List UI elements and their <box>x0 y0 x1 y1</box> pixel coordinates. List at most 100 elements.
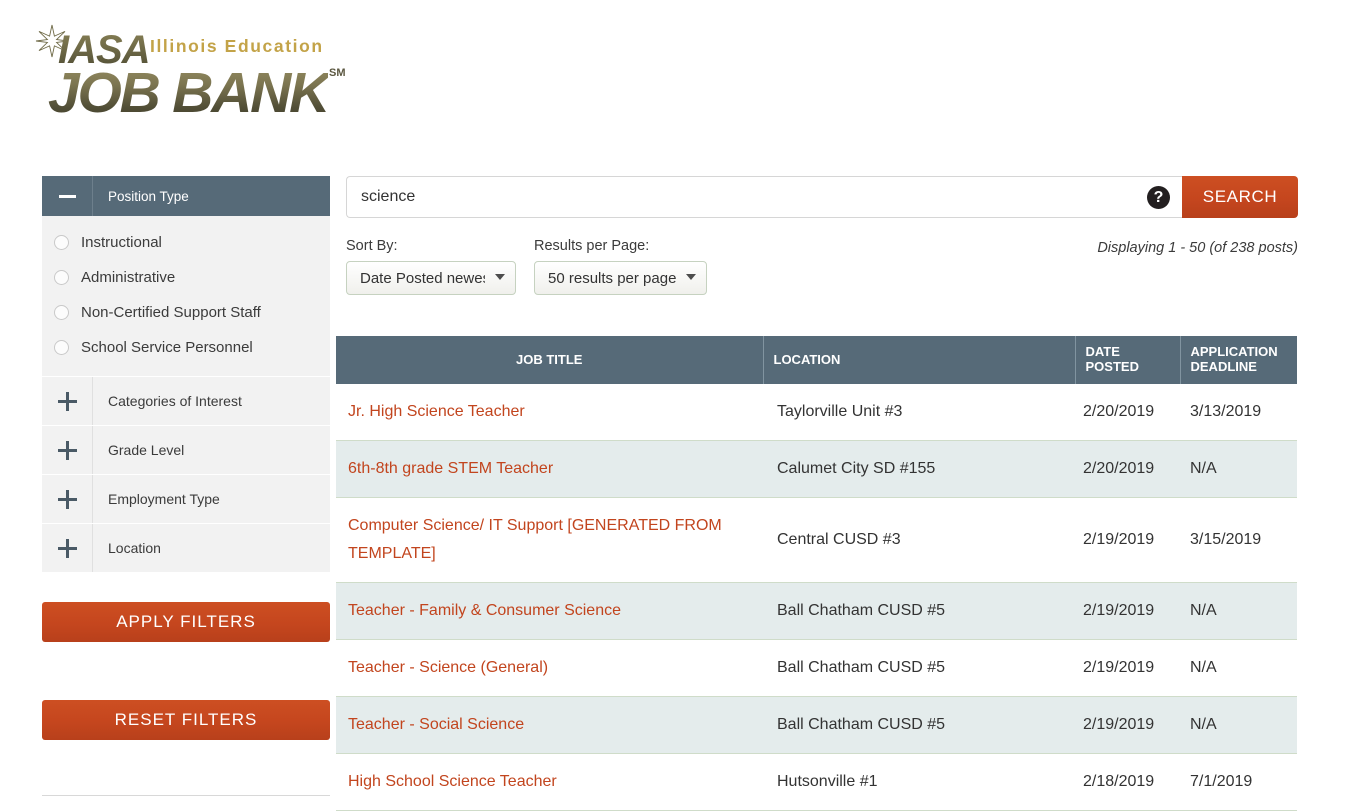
minus-icon[interactable] <box>42 176 93 216</box>
radio-label: School Service Personnel <box>81 339 253 356</box>
sort-by-select[interactable]: Date Posted newest first <box>346 261 516 295</box>
radio-circle-icon[interactable] <box>54 270 69 285</box>
cell-application-deadline: 3/13/2019 <box>1190 403 1262 420</box>
question-mark-icon[interactable]: ? <box>1147 186 1170 209</box>
cell-date-posted: 2/18/2019 <box>1083 773 1155 790</box>
cell-application-deadline: 7/1/2019 <box>1190 773 1253 790</box>
plus-icon[interactable] <box>42 377 93 425</box>
column-header-job-title[interactable]: JOB TITLE <box>336 336 764 384</box>
filters-sidebar: Position Type Instructional Administrati… <box>42 176 330 572</box>
job-title-link[interactable]: High School Science Teacher <box>348 773 557 790</box>
cell-job-title: High School Science Teacher <box>336 754 763 811</box>
cell-location: Central CUSD #3 <box>777 531 901 548</box>
radio-non-certified-support-staff[interactable]: Non-Certified Support Staff <box>42 295 330 330</box>
table-body: Jr. High Science Teacher Taylorville Unit… <box>336 384 1297 811</box>
search-input[interactable] <box>346 176 1182 218</box>
column-header-application-deadline[interactable]: APPLICATION DEADLINE <box>1180 336 1297 384</box>
column-header-line1: APPLICATION <box>1190 344 1278 360</box>
filter-section-location[interactable]: Location <box>42 523 330 572</box>
job-title-link[interactable]: Computer Science/ IT Support [GENERATED … <box>348 517 722 562</box>
radio-circle-icon[interactable] <box>54 235 69 250</box>
cell-job-title: Teacher - Family & Consumer Science <box>336 583 763 640</box>
table-row[interactable]: 6th-8th grade STEM Teacher Calumet City S… <box>336 440 1297 498</box>
cell-application-deadline: 3/15/2019 <box>1190 531 1262 548</box>
cell-location: Hutsonville #1 <box>777 773 878 790</box>
logo-trademark: SM <box>329 67 346 79</box>
results-per-page-label: Results per Page: <box>534 238 650 254</box>
job-title-link[interactable]: 6th-8th grade STEM Teacher <box>348 460 553 477</box>
results-per-page-select-wrapper[interactable]: 50 results per page <box>534 261 707 295</box>
column-header-line1: DATE <box>1085 344 1120 360</box>
cell-location: Ball Chatham CUSD #5 <box>777 659 946 676</box>
table-row[interactable]: Jr. High Science Teacher Taylorville Unit… <box>336 384 1297 441</box>
cell-location: Ball Chatham CUSD #5 <box>777 602 946 619</box>
cell-date-posted: 2/19/2019 <box>1083 659 1155 676</box>
table-row[interactable]: Computer Science/ IT Support [GENERATED … <box>336 498 1297 583</box>
column-header-line2: POSTED <box>1085 359 1139 374</box>
radio-circle-icon[interactable] <box>54 340 69 355</box>
cell-job-title: Computer Science/ IT Support [GENERATED … <box>336 498 763 583</box>
results-controls: Sort By: Date Posted newest first Result… <box>346 238 1298 300</box>
column-header-location[interactable]: LOCATION <box>763 336 1076 384</box>
radio-label: Non-Certified Support Staff <box>81 304 261 321</box>
search-button[interactable]: SEARCH <box>1182 176 1298 218</box>
plus-icon[interactable] <box>42 524 93 572</box>
cell-location: Ball Chatham CUSD #5 <box>777 716 946 733</box>
results-per-page-select[interactable]: 50 results per page <box>534 261 707 295</box>
filter-section-position-type-header[interactable]: Position Type <box>42 176 330 216</box>
reset-filters-button[interactable]: RESET FILTERS <box>42 700 330 740</box>
plus-icon[interactable] <box>42 426 93 474</box>
cell-job-title: Teacher - Social Science <box>336 697 763 754</box>
sidebar-divider <box>42 795 330 796</box>
radio-circle-icon[interactable] <box>54 305 69 320</box>
cell-application-deadline: N/A <box>1190 460 1217 477</box>
radio-administrative[interactable]: Administrative <box>42 260 330 295</box>
cell-location: Calumet City SD #155 <box>777 460 936 477</box>
cell-application-deadline: N/A <box>1190 659 1217 676</box>
site-logo[interactable]: IASA Illinois Education JOB BANK SM <box>26 22 366 125</box>
table-row[interactable]: Teacher - Science (General) Ball Chatham … <box>336 640 1297 697</box>
radio-school-service-personnel[interactable]: School Service Personnel <box>42 330 330 365</box>
filter-section-label: Location <box>108 540 161 556</box>
filter-section-label: Grade Level <box>108 442 185 458</box>
job-title-link[interactable]: Jr. High Science Teacher <box>348 403 525 420</box>
logo-tagline: Illinois Education <box>150 36 324 56</box>
job-results-table: JOB TITLE LOCATION DATE POSTED APPLICATI… <box>336 336 1297 811</box>
sort-by-select-wrapper[interactable]: Date Posted newest first <box>346 261 516 295</box>
cell-application-deadline: N/A <box>1190 602 1217 619</box>
table-row[interactable]: Teacher - Family & Consumer Science Ball … <box>336 582 1297 640</box>
position-type-options: Instructional Administrative Non-Certifi… <box>42 216 330 376</box>
cell-date-posted: 2/20/2019 <box>1083 403 1155 420</box>
radio-label: Instructional <box>81 234 162 251</box>
job-title-link[interactable]: Teacher - Science (General) <box>348 659 548 676</box>
cell-job-title: 6th-8th grade STEM Teacher <box>336 441 763 498</box>
sort-by-group: Sort By: Date Posted newest first <box>346 238 516 295</box>
cell-application-deadline: N/A <box>1190 716 1217 733</box>
cell-date-posted: 2/19/2019 <box>1083 716 1155 733</box>
radio-label: Administrative <box>81 269 176 286</box>
plus-icon[interactable] <box>42 475 93 523</box>
table-row[interactable]: High School Science Teacher Hutsonville #… <box>336 754 1297 811</box>
column-header-line2: DEADLINE <box>1190 359 1257 374</box>
cell-date-posted: 2/19/2019 <box>1083 531 1155 548</box>
cell-job-title: Jr. High Science Teacher <box>336 384 763 441</box>
sort-by-label: Sort By: <box>346 238 398 254</box>
filter-section-categories-of-interest[interactable]: Categories of Interest <box>42 376 330 425</box>
cell-date-posted: 2/20/2019 <box>1083 460 1155 477</box>
table-row[interactable]: Teacher - Social Science Ball Chatham CUS… <box>336 696 1297 754</box>
table-header-row: JOB TITLE LOCATION DATE POSTED APPLICATI… <box>336 336 1297 384</box>
radio-instructional[interactable]: Instructional <box>42 225 330 260</box>
filter-section-label: Categories of Interest <box>108 393 242 409</box>
column-header-date-posted[interactable]: DATE POSTED <box>1075 336 1181 384</box>
apply-filters-button[interactable]: APPLY FILTERS <box>42 602 330 642</box>
job-title-link[interactable]: Teacher - Family & Consumer Science <box>348 602 621 619</box>
search-bar: ? SEARCH <box>346 176 1298 218</box>
filter-section-grade-level[interactable]: Grade Level <box>42 425 330 474</box>
logo-title: JOB BANK <box>48 61 330 125</box>
table-header: JOB TITLE LOCATION DATE POSTED APPLICATI… <box>336 336 1297 384</box>
results-per-page-group: Results per Page: 50 results per page <box>534 238 707 295</box>
filter-section-label: Employment Type <box>108 491 220 507</box>
job-title-link[interactable]: Teacher - Social Science <box>348 716 524 733</box>
filter-section-employment-type[interactable]: Employment Type <box>42 474 330 523</box>
displaying-count: Displaying 1 - 50 (of 238 posts) <box>1097 240 1298 256</box>
